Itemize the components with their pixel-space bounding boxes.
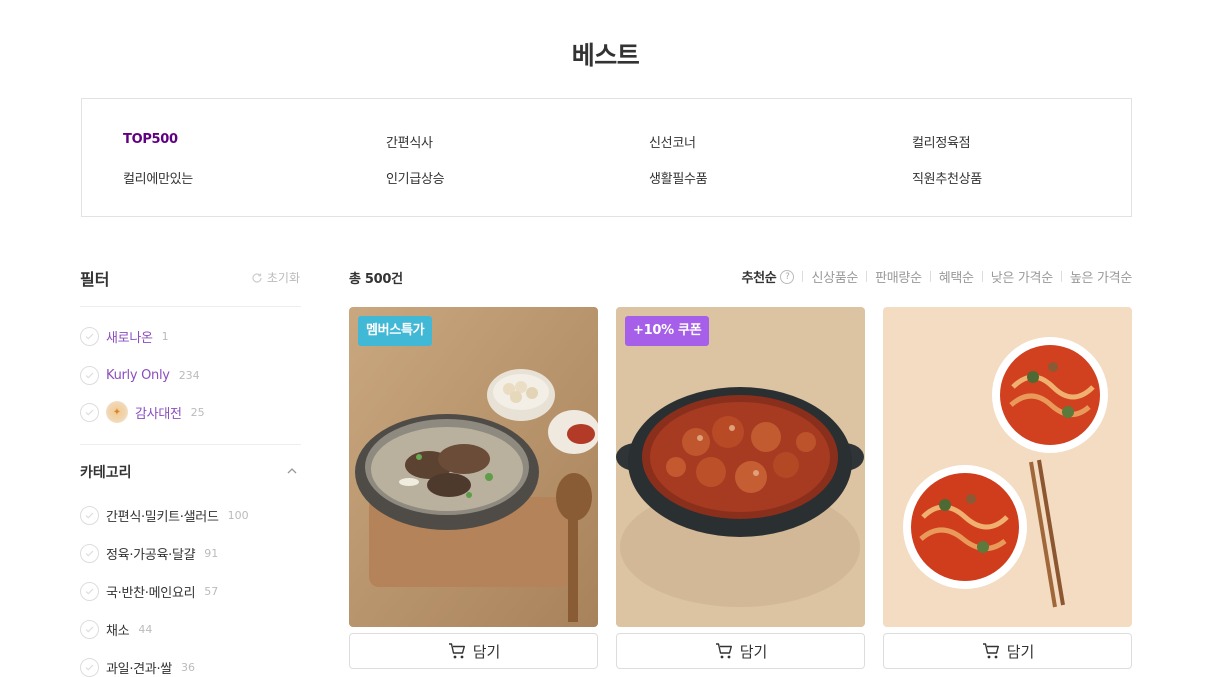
product-badge: +10% 쿠폰 bbox=[625, 316, 710, 346]
category-kurly-only[interactable]: 컬리에만있는 bbox=[123, 168, 193, 187]
category-top500[interactable]: TOP500 bbox=[123, 132, 178, 147]
chevron-up-icon[interactable] bbox=[286, 465, 298, 477]
check-circle-icon bbox=[80, 402, 99, 422]
filter-count: 91 bbox=[204, 546, 219, 560]
filter-label: 새로나온 bbox=[106, 330, 153, 346]
filter-count: 25 bbox=[190, 405, 205, 419]
filter-category-item[interactable]: 과일·견과·쌀 36 bbox=[80, 656, 195, 677]
filter-title: 필터 bbox=[80, 270, 110, 289]
sort-bar: 추천순 ? 신상품순 판매량순 혜택순 낮은 가격순 높은 가격순 bbox=[741, 267, 1132, 286]
sort-price-high[interactable]: 높은 가격순 bbox=[1070, 267, 1132, 286]
page-title: 베스트 bbox=[571, 41, 640, 70]
filter-thanks-sale[interactable]: ✦ 감사대전 25 bbox=[80, 401, 205, 423]
divider bbox=[866, 271, 868, 282]
refresh-icon bbox=[252, 272, 262, 283]
sort-best-selling[interactable]: 판매량순 bbox=[875, 267, 922, 286]
filter-label: Kurly Only bbox=[106, 367, 170, 383]
filter-count: 36 bbox=[180, 660, 195, 674]
category-fresh-corner[interactable]: 신선코너 bbox=[649, 132, 696, 151]
filter-reset-button[interactable]: 초기화 bbox=[251, 269, 300, 286]
check-circle-icon bbox=[80, 365, 99, 385]
sort-newest[interactable]: 신상품순 bbox=[811, 267, 858, 286]
product-image[interactable]: 멤버스특가 bbox=[349, 307, 598, 627]
filter-label: 국·반찬·메인요리 bbox=[106, 585, 196, 601]
cart-icon bbox=[448, 643, 465, 659]
filter-count: 100 bbox=[227, 508, 249, 522]
product-image[interactable] bbox=[883, 307, 1132, 627]
filter-count: 57 bbox=[204, 584, 219, 598]
filter-reset-label: 초기화 bbox=[266, 271, 300, 285]
filter-category-item[interactable]: 국·반찬·메인요리 57 bbox=[80, 580, 218, 602]
divider bbox=[802, 271, 804, 282]
category-filter-title: 카테고리 bbox=[80, 465, 132, 481]
check-circle-icon bbox=[80, 543, 99, 563]
filter-count: 44 bbox=[138, 622, 153, 636]
check-circle-icon bbox=[80, 657, 99, 677]
filter-label: 감사대전 bbox=[135, 406, 182, 422]
category-essentials[interactable]: 생활필수품 bbox=[649, 168, 708, 187]
filter-label: 간편식·밀키트·샐러드 bbox=[106, 509, 219, 525]
filter-new[interactable]: 새로나온 1 bbox=[80, 325, 169, 347]
filter-label: 채소 bbox=[106, 623, 130, 639]
category-filter-header[interactable]: 카테고리 bbox=[80, 460, 300, 482]
cart-icon bbox=[982, 643, 999, 659]
category-staff-picks[interactable]: 직원추천상품 bbox=[912, 168, 982, 187]
filter-category-item[interactable]: 채소 44 bbox=[80, 618, 152, 640]
filter-count: 1 bbox=[161, 329, 169, 343]
filter-header: 필터 초기화 bbox=[80, 266, 300, 290]
filter-category-item[interactable]: 정육·가공육·달걀 91 bbox=[80, 542, 218, 564]
filter-category-item[interactable]: 간편식·밀키트·샐러드 100 bbox=[80, 504, 249, 526]
category-simple-meal[interactable]: 간편식사 bbox=[386, 132, 433, 151]
filter-label: 과일·견과·쌀 bbox=[106, 661, 172, 677]
soup-bowl-photo bbox=[349, 307, 598, 627]
check-circle-icon bbox=[80, 326, 99, 346]
add-to-cart-button[interactable]: 담기 bbox=[883, 633, 1132, 669]
divider bbox=[80, 306, 301, 307]
divider bbox=[981, 271, 983, 282]
filter-kurly-only[interactable]: Kurly Only 234 bbox=[80, 364, 200, 386]
octopus-pan-photo bbox=[616, 307, 865, 627]
noodle-bowls-photo bbox=[883, 307, 1132, 627]
check-circle-icon bbox=[80, 619, 99, 639]
product-image[interactable]: +10% 쿠폰 bbox=[616, 307, 865, 627]
add-to-cart-button[interactable]: 담기 bbox=[349, 633, 598, 669]
sort-price-low[interactable]: 낮은 가격순 bbox=[991, 267, 1053, 286]
check-circle-icon bbox=[80, 505, 99, 525]
category-kurly-butcher[interactable]: 컬리정육점 bbox=[912, 132, 971, 151]
check-circle-icon bbox=[80, 581, 99, 601]
add-to-cart-label: 담기 bbox=[739, 642, 768, 661]
divider bbox=[1060, 271, 1062, 282]
cart-icon bbox=[715, 643, 732, 659]
category-trending[interactable]: 인기급상승 bbox=[386, 168, 445, 187]
add-to-cart-button[interactable]: 담기 bbox=[616, 633, 865, 669]
divider bbox=[80, 444, 301, 445]
sale-event-icon: ✦ bbox=[106, 401, 128, 423]
divider bbox=[929, 271, 931, 282]
filter-count: 234 bbox=[178, 368, 200, 382]
total-count: 총 500건 bbox=[349, 272, 403, 287]
best-category-box: TOP500 간편식사 신선코너 컬리정육점 컬리에만있는 인기급상승 생활필수… bbox=[81, 98, 1132, 217]
sort-recommended[interactable]: 추천순 bbox=[741, 267, 776, 286]
add-to-cart-label: 담기 bbox=[1006, 642, 1035, 661]
product-badge: 멤버스특가 bbox=[358, 316, 433, 346]
sort-benefits[interactable]: 혜택순 bbox=[939, 267, 974, 286]
add-to-cart-label: 담기 bbox=[472, 642, 501, 661]
filter-label: 정육·가공육·달걀 bbox=[106, 547, 196, 563]
help-icon[interactable]: ? bbox=[780, 269, 795, 284]
